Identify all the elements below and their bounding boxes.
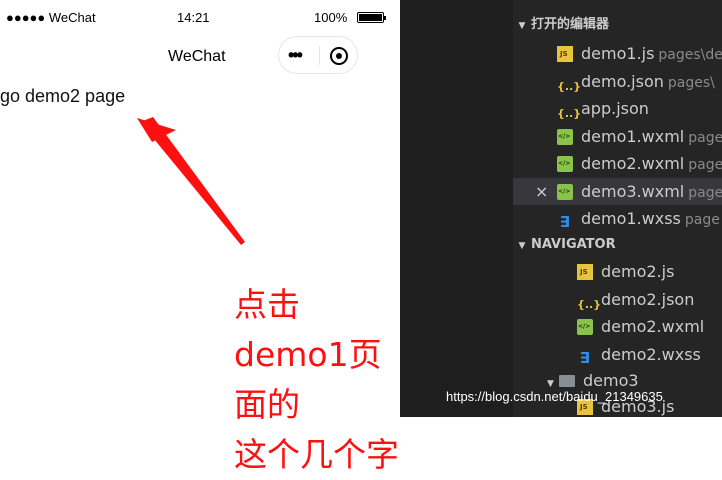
watermark: https://blog.csdn.net/baidu_21349635 <box>446 389 663 404</box>
file-name: demo2.json <box>601 289 695 309</box>
file-name: app.json <box>581 99 649 118</box>
collapse-icon: ▼ <box>518 241 526 251</box>
file-name: demo1.js <box>581 44 655 63</box>
file-name: demo1.wxml <box>581 126 685 146</box>
file-path: page <box>684 212 720 228</box>
file-name: demo2.js <box>601 262 675 281</box>
annotation-text: 点击demo1页面的 这个几个字 <box>234 280 400 480</box>
file-name: demo.json <box>581 71 664 91</box>
annotation-line-1: 点击demo1页面的 <box>234 285 382 424</box>
wxml-file-icon <box>557 156 573 172</box>
file-path: page <box>688 157 722 173</box>
editor-area <box>400 0 513 417</box>
wxml-file-icon <box>557 183 573 200</box>
wxss-file-icon <box>577 350 593 366</box>
file-path: page <box>688 184 722 201</box>
file-path: pages\ <box>667 74 715 91</box>
file-row[interactable]: demo2.json <box>577 286 722 313</box>
file-row[interactable]: demo2.js <box>577 258 722 285</box>
js-file-icon <box>557 46 573 62</box>
collapse-icon: ▼ <box>518 21 526 31</box>
wechat-simulator: ●●●●● WeChat 14:21 100% WeChat ••• go de… <box>0 0 400 474</box>
wxml-file-icon <box>557 128 573 145</box>
close-editor-icon[interactable]: × <box>535 178 548 205</box>
file-row[interactable]: demo.jsonpages\ <box>557 68 722 95</box>
open-editors-title: 打开的编辑器 <box>531 17 610 32</box>
folder-icon <box>559 375 575 387</box>
file-row[interactable]: demo2.wxmlpage <box>557 150 722 177</box>
js-file-icon <box>577 264 593 280</box>
json-file-icon <box>557 79 573 95</box>
navigator-header[interactable]: ▼ NAVIGATOR <box>513 232 722 258</box>
open-editors-header[interactable]: ▼ 打开的编辑器 <box>513 12 722 38</box>
folder-label: demo3 <box>583 371 639 390</box>
file-row[interactable]: demo1.jspages\de <box>557 40 722 67</box>
file-row[interactable]: demo2.wxss <box>577 341 722 368</box>
file-name: demo3.wxml <box>581 181 685 201</box>
file-name: demo2.wxml <box>601 317 705 336</box>
arrow-head <box>137 118 176 142</box>
wxss-file-icon <box>557 214 573 230</box>
navigator-title: NAVIGATOR <box>531 237 616 252</box>
wxml-file-icon <box>577 319 593 335</box>
file-explorer: ▼打开的编辑器 demo1.jspages\dedemo.jsonpages\a… <box>513 0 722 417</box>
annotation-line-2: 这个几个字 <box>234 435 399 474</box>
file-path: page <box>688 129 722 146</box>
file-row[interactable]: × demo3.wxmlpage <box>513 177 722 205</box>
json-file-icon <box>577 297 593 313</box>
json-file-icon <box>557 106 573 122</box>
file-path: pages\de <box>658 47 722 63</box>
file-row[interactable]: demo2.wxml <box>577 313 722 340</box>
file-name: demo2.wxss <box>601 344 701 364</box>
file-row[interactable]: app.json <box>557 95 722 122</box>
file-row[interactable]: demo1.wxmlpage <box>557 123 722 150</box>
file-name: demo1.wxss <box>581 209 681 228</box>
file-name: demo2.wxml <box>581 154 685 173</box>
file-row[interactable]: demo1.wxsspage <box>557 205 722 232</box>
